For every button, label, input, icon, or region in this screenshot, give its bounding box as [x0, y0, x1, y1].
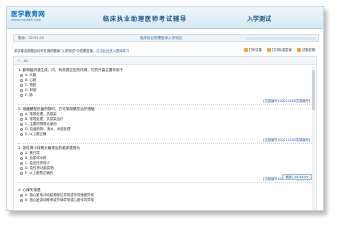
radio-icon[interactable] — [20, 78, 23, 82]
progress-bar — [246, 37, 316, 40]
section-header: 一、A1 — [14, 57, 316, 65]
section-title: 入学测试 — [247, 16, 272, 23]
question-divider — [18, 182, 314, 183]
question-divider — [18, 143, 314, 144]
page-title: 临床执业助理医师考试辅导 — [103, 16, 188, 23]
logo-name: 医学教育网 — [11, 10, 45, 18]
site-header: 医学教育网 www.med66.com 临床执业助理医师考试辅导 入学测试 — [7, 7, 323, 29]
option-label: B. 心脏 — [25, 78, 37, 82]
radio-icon[interactable] — [20, 117, 23, 121]
question-item: 1. 影响组织液生成，内、有效滤过压的作用，它的升高主要作用于 A. 大脑 B.… — [18, 68, 314, 105]
option-label: B. 指心脏激动频率或节律异常或心脏传导异常 — [25, 198, 94, 202]
radio-icon[interactable] — [20, 122, 23, 126]
print-answer-button[interactable]: 打印标准答案 — [266, 47, 292, 52]
radio-icon[interactable] — [20, 166, 23, 170]
exam-info-bar: 剩余：02:52:25 临床执业助理医师入学测试 — [13, 34, 319, 42]
question-item: 3. 急性肾小球肾炎最常见的临床表现为 A. 蛋白尿 B. 血尿伴水肿 C. 高… — [18, 146, 314, 183]
option-label: C. 主要药物联合使用 — [25, 122, 57, 126]
radio-icon[interactable] — [20, 73, 23, 77]
floating-timer[interactable]: 剩余：02:52:25 — [282, 174, 312, 180]
question-reference[interactable]: 【试题编号100011XXX答疑编号】 — [261, 98, 312, 103]
option-label: B. 常规处理，抗感染治疗 — [25, 117, 64, 121]
remaining-time: 剩余：02:52:25 — [18, 36, 45, 40]
site-logo[interactable]: 医学教育网 www.med66.com — [11, 10, 53, 25]
radio-icon[interactable] — [20, 156, 23, 160]
radio-icon[interactable] — [20, 193, 23, 197]
question-item: 4. 心律失常是 A. 指心脏电冲动起源部位异常或传导速度异常 B. 指心脏激动… — [18, 188, 314, 203]
section-label: 一、A1 — [17, 59, 28, 63]
option-label: A. 蛋白尿 — [25, 151, 40, 155]
notice-text: 本试卷全部题目均可在我的题库"入学测试"中查看答案，点击此处进入题库练习 — [14, 48, 129, 53]
radio-icon[interactable] — [20, 161, 23, 165]
scroll-thumb[interactable] — [312, 70, 315, 110]
paper-info-button[interactable]: 试卷说明 — [296, 47, 315, 52]
question-reference[interactable]: 【试题编号100011XXX答疑编号】 — [261, 137, 312, 142]
toolbar: 打印试卷 打印标准答案 试卷说明 — [240, 47, 315, 52]
option-label: D. 抗菌药物，消炎，对症处理 — [25, 127, 71, 131]
option-label: C. 高血压伴尿少 — [25, 161, 50, 165]
printer-icon — [243, 48, 248, 52]
paper-title: 临床执业助理医师入学测试 — [140, 36, 182, 40]
option-label: D. 急性肾功能衰竭 — [25, 166, 54, 170]
radio-icon[interactable] — [20, 93, 23, 97]
option-label: E. 以上都正确 — [25, 132, 47, 136]
option-label: A. 大脑 — [25, 73, 37, 77]
radio-icon[interactable] — [20, 198, 23, 202]
logo-url: www.med66.com — [11, 18, 42, 22]
print-paper-button[interactable]: 打印试卷 — [243, 47, 262, 52]
option-label: D. 肝脏 — [25, 88, 37, 92]
radio-icon[interactable] — [20, 88, 23, 92]
answer-option[interactable]: B. 指心脏激动频率或节律异常或心脏传导异常 — [18, 198, 314, 203]
option-label: B. 血尿伴水肿 — [25, 156, 47, 160]
printer-icon — [266, 48, 271, 52]
radio-icon[interactable] — [20, 112, 23, 116]
scrollbar[interactable] — [312, 66, 315, 210]
print-answer-label: 打印标准答案 — [271, 48, 292, 52]
radio-icon[interactable] — [20, 151, 23, 155]
info-icon — [296, 48, 301, 52]
radio-icon[interactable] — [20, 127, 23, 131]
option-label: A. 常规处理，抗感染 — [25, 112, 57, 116]
option-label: E. 以上都是正确的 — [25, 171, 54, 175]
option-label: E. 肺 — [25, 93, 33, 97]
question-divider — [18, 104, 314, 105]
question-panel: 一、A1 1. 影响组织液生成，内、有效滤过压的作用，它的升高主要作用于 A. … — [13, 56, 317, 210]
paper-info-label: 试卷说明 — [301, 48, 315, 52]
question-bank-link[interactable]: 点击此处进入题库练习 — [96, 49, 129, 53]
option-label: C. 肾脏 — [25, 83, 37, 87]
notice-message: 本试卷全部题目均可在我的题库"入学测试"中查看答案， — [14, 49, 97, 53]
question-item: 2. 用缓解型抗菌药物时，它可采用哪些治疗措施 A. 常规处理，抗感染 B. 常… — [18, 107, 314, 144]
exam-window: 医学教育网 www.med66.com 临床执业助理医师考试辅导 入学测试 剩余… — [6, 6, 324, 211]
radio-icon[interactable] — [20, 132, 23, 136]
radio-icon[interactable] — [20, 171, 23, 175]
print-paper-label: 打印试卷 — [248, 48, 262, 52]
radio-icon[interactable] — [20, 83, 23, 87]
option-label: A. 指心脏电冲动起源部位异常或传导速度异常 — [25, 193, 94, 197]
